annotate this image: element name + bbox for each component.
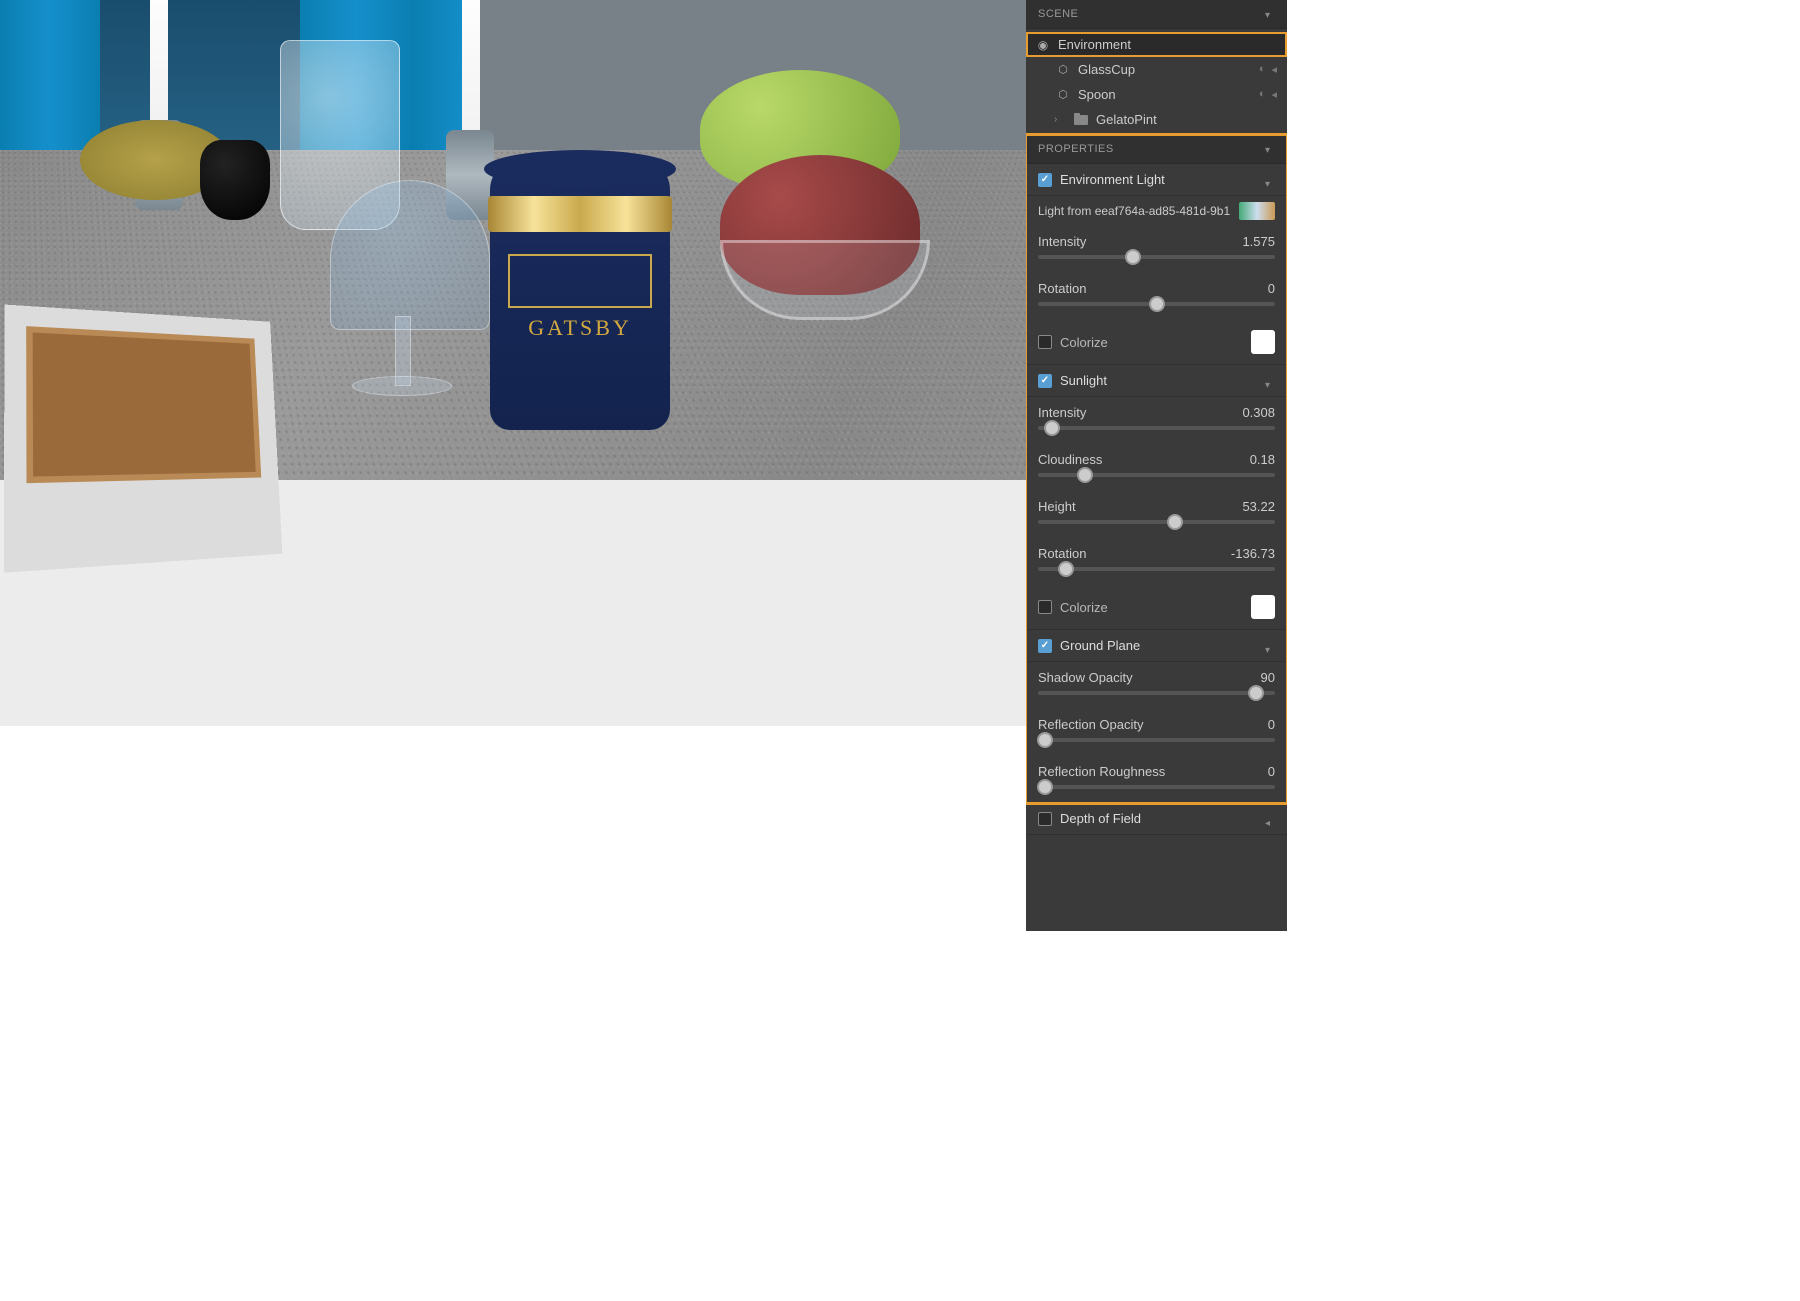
app-root: GATSBY SCENE Environment GlassCup ◐ ◂ Spo… [0,0,1287,931]
section-title: Depth of Field [1060,811,1141,826]
visibility-icon[interactable]: ◐ [1259,63,1266,76]
visibility-icon[interactable]: ◐ [1259,88,1266,101]
glasscup-object[interactable] [330,180,490,330]
prop-label: Shadow Opacity [1038,670,1133,685]
prop-value[interactable]: 1.575 [1242,234,1275,249]
prop-label: Rotation [1038,546,1086,561]
chevron-down-icon [1265,144,1275,154]
prop-value[interactable]: 90 [1261,670,1275,685]
chevron-right-icon[interactable]: › [1054,114,1066,125]
sidebar: SCENE Environment GlassCup ◐ ◂ Spoon ◐ ◂ ›… [1026,0,1287,931]
env-rotation-row: Rotation 0 [1026,273,1287,320]
sunlight-checkbox[interactable] [1038,374,1052,388]
sun-height-slider[interactable] [1038,520,1275,524]
light-from-row[interactable]: Light from eeaf764a-ad85-481d-9b1 [1026,196,1287,226]
prop-value[interactable]: 0.308 [1242,405,1275,420]
properties-highlighted-area: PROPERTIES Environment Light Light from … [1026,135,1287,803]
properties-panel-header[interactable]: PROPERTIES [1026,135,1287,164]
sun-cloudiness-row: Cloudiness 0.18 [1026,444,1287,491]
collapse-icon[interactable]: ◂ [1271,88,1277,101]
ground-plane-header[interactable]: Ground Plane [1026,630,1287,662]
prop-label: Colorize [1060,600,1108,615]
folder-icon [1074,113,1088,127]
env-colorize-row: Colorize [1026,320,1287,365]
chevron-down-icon [1265,641,1275,651]
prop-value[interactable]: 53.22 [1242,499,1275,514]
reflection-roughness-slider[interactable] [1038,785,1275,789]
prop-value[interactable]: 0.18 [1250,452,1275,467]
prop-value[interactable]: -136.73 [1231,546,1275,561]
scene-item-environment[interactable]: Environment [1026,32,1287,57]
prop-label: Cloudiness [1038,452,1102,467]
light-source-label: Light from eeaf764a-ad85-481d-9b1 [1038,204,1231,218]
env-colorize-swatch[interactable] [1251,330,1275,354]
scene-panel-header[interactable]: SCENE [1026,0,1287,29]
cube-icon [1056,88,1070,102]
gelatopint-object[interactable]: GATSBY [490,170,670,430]
prop-value[interactable]: 0 [1268,717,1275,732]
prop-label: Reflection Roughness [1038,764,1165,779]
scene-item-label: GelatoPint [1096,112,1157,127]
section-title: Environment Light [1060,172,1165,187]
env-colorize-checkbox[interactable] [1038,335,1052,349]
prop-label: Reflection Opacity [1038,717,1144,732]
sun-rotation-slider[interactable] [1038,567,1275,571]
scene-item-label: Environment [1058,37,1131,52]
scene-item-label: Spoon [1078,87,1116,102]
sun-height-row: Height 53.22 [1026,491,1287,538]
collapse-icon[interactable]: ◂ [1271,63,1277,76]
prop-label: Height [1038,499,1076,514]
environment-thumbnail[interactable] [1239,202,1275,220]
reflection-opacity-row: Reflection Opacity 0 [1026,709,1287,756]
section-title: Ground Plane [1060,638,1140,653]
chevron-down-icon [1265,9,1275,19]
sunlight-header[interactable]: Sunlight [1026,365,1287,397]
scene-item-gelatopint[interactable]: › GelatoPint [1026,107,1287,132]
env-intensity-row: Intensity 1.575 [1026,226,1287,273]
reflection-opacity-slider[interactable] [1038,738,1275,742]
prop-value[interactable]: 0 [1268,281,1275,296]
chevron-down-icon [1265,175,1275,185]
cube-icon [1056,63,1070,77]
sun-colorize-checkbox[interactable] [1038,600,1052,614]
env-intensity-slider[interactable] [1038,255,1275,259]
sun-rotation-row: Rotation -136.73 [1026,538,1287,585]
prop-value[interactable]: 0 [1268,764,1275,779]
prop-label: Intensity [1038,405,1086,420]
sun-intensity-row: Intensity 0.308 [1026,397,1287,444]
chevron-down-icon [1265,376,1275,386]
ground-plane-checkbox[interactable] [1038,639,1052,653]
scene-item-spoon[interactable]: Spoon ◐ ◂ [1026,82,1287,107]
properties-panel-label: PROPERTIES [1038,143,1114,155]
chevron-left-icon [1265,814,1275,824]
reflection-roughness-row: Reflection Roughness 0 [1026,756,1287,803]
prop-label: Colorize [1060,335,1108,350]
sun-intensity-slider[interactable] [1038,426,1275,430]
scene-panel-label: SCENE [1038,8,1078,20]
scene-item-label: GlassCup [1078,62,1135,77]
product-label: GATSBY [490,315,670,341]
sun-cloudiness-slider[interactable] [1038,473,1275,477]
sun-colorize-swatch[interactable] [1251,595,1275,619]
shadow-opacity-row: Shadow Opacity 90 [1026,662,1287,709]
viewport[interactable]: GATSBY [0,0,1026,931]
prop-label: Rotation [1038,281,1086,296]
globe-icon [1036,38,1050,52]
prop-label: Intensity [1038,234,1086,249]
depth-of-field-header[interactable]: Depth of Field [1026,803,1287,835]
depth-of-field-checkbox[interactable] [1038,812,1052,826]
shadow-opacity-slider[interactable] [1038,691,1275,695]
rendered-scene: GATSBY [0,0,1026,726]
env-rotation-slider[interactable] [1038,302,1275,306]
scene-item-glasscup[interactable]: GlassCup ◐ ◂ [1026,57,1287,82]
sun-colorize-row: Colorize [1026,585,1287,630]
section-title: Sunlight [1060,373,1107,388]
scene-list: Environment GlassCup ◐ ◂ Spoon ◐ ◂ › Gelat… [1026,29,1287,135]
environment-light-header[interactable]: Environment Light [1026,164,1287,196]
environment-light-checkbox[interactable] [1038,173,1052,187]
